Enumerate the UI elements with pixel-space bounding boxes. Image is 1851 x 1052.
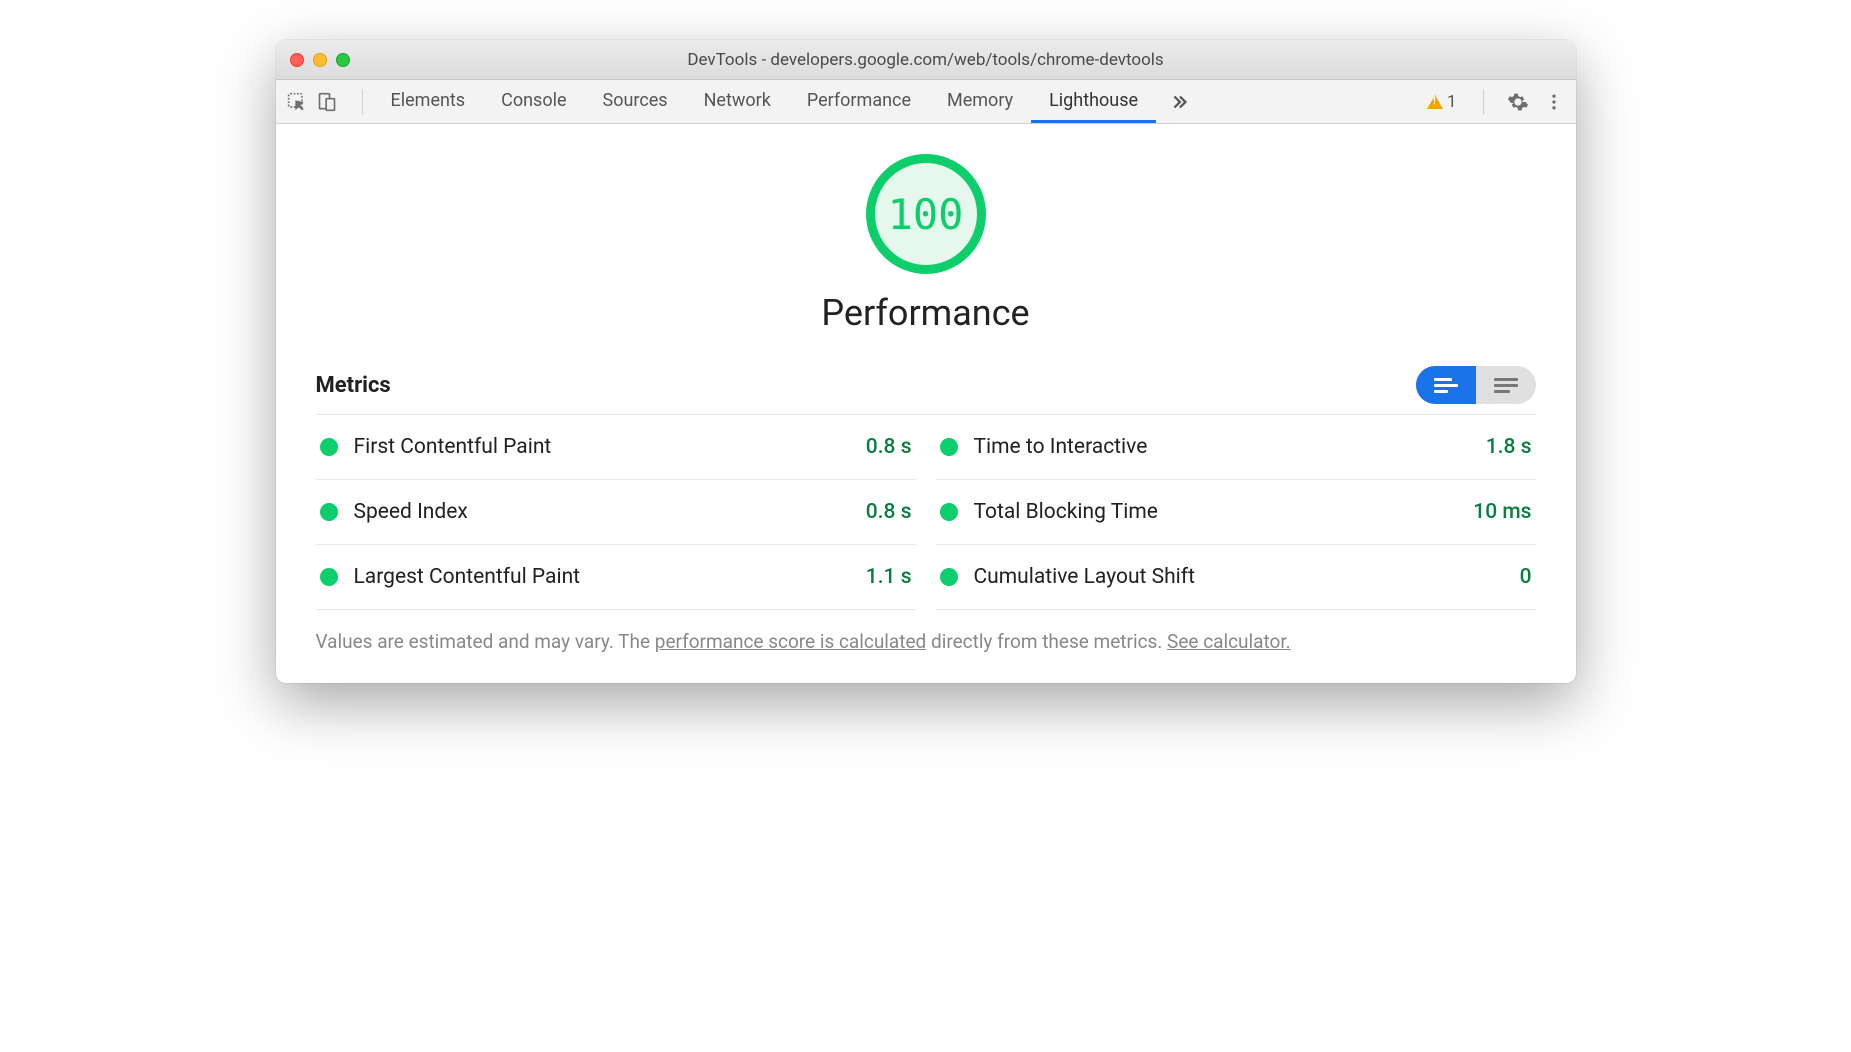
metric-row: Time to Interactive 1.8 s — [936, 415, 1536, 480]
metric-name: First Contentful Paint — [354, 435, 850, 459]
metrics-footnote: Values are estimated and may vary. The p… — [316, 630, 1536, 653]
view-toggle-compact[interactable] — [1416, 366, 1476, 404]
footnote-text: Values are estimated and may vary. The — [316, 630, 655, 653]
metric-row: Speed Index 0.8 s — [316, 480, 916, 545]
warnings-badge[interactable]: 1 — [1423, 92, 1461, 112]
tabs-container: Elements Console Sources Network Perform… — [373, 80, 1423, 123]
warnings-count: 1 — [1447, 92, 1457, 112]
divider — [1483, 89, 1484, 115]
close-window-button[interactable] — [290, 53, 304, 67]
settings-gear-icon[interactable] — [1506, 90, 1530, 114]
window-title: DevTools - developers.google.com/web/too… — [276, 50, 1576, 70]
status-dot-icon — [940, 503, 958, 521]
score-calculation-link[interactable]: performance score is calculated — [655, 630, 926, 653]
divider — [362, 89, 363, 115]
metric-row: Total Blocking Time 10 ms — [936, 480, 1536, 545]
tab-sources[interactable]: Sources — [585, 80, 686, 123]
inspect-element-icon[interactable] — [286, 91, 308, 113]
metric-name: Total Blocking Time — [974, 500, 1458, 524]
device-toggle-icon[interactable] — [316, 91, 338, 113]
metric-name: Largest Contentful Paint — [354, 565, 850, 589]
status-dot-icon — [940, 568, 958, 586]
performance-score-value: 100 — [888, 190, 964, 239]
traffic-lights — [290, 53, 350, 67]
metrics-label: Metrics — [316, 373, 391, 398]
metric-row: Largest Contentful Paint 1.1 s — [316, 545, 916, 610]
more-menu-icon[interactable] — [1542, 90, 1566, 114]
status-dot-icon — [940, 438, 958, 456]
category-title: Performance — [316, 292, 1536, 334]
status-dot-icon — [320, 503, 338, 521]
devtools-tabbar: Elements Console Sources Network Perform… — [276, 80, 1576, 124]
metric-value: 1.1 s — [866, 565, 912, 589]
metric-name: Speed Index — [354, 500, 850, 524]
metric-row: Cumulative Layout Shift 0 — [936, 545, 1536, 610]
warning-icon — [1427, 95, 1443, 109]
status-dot-icon — [320, 438, 338, 456]
status-dot-icon — [320, 568, 338, 586]
metrics-header: Metrics — [316, 366, 1536, 404]
footnote-text: directly from these metrics. — [926, 630, 1167, 653]
devtools-window: DevTools - developers.google.com/web/too… — [276, 40, 1576, 683]
tab-lighthouse[interactable]: Lighthouse — [1031, 80, 1156, 123]
metric-value: 10 ms — [1473, 500, 1531, 524]
titlebar: DevTools - developers.google.com/web/too… — [276, 40, 1576, 80]
view-toggle-expanded[interactable] — [1476, 366, 1536, 404]
lighthouse-panel: 100 Performance Metrics — [276, 124, 1576, 683]
metric-row: First Contentful Paint 0.8 s — [316, 415, 916, 480]
tab-elements[interactable]: Elements — [373, 80, 484, 123]
zoom-window-button[interactable] — [336, 53, 350, 67]
metric-value: 1.8 s — [1486, 435, 1532, 459]
metric-value: 0 — [1520, 565, 1532, 589]
metrics-grid: First Contentful Paint 0.8 s Time to Int… — [316, 414, 1536, 610]
see-calculator-link[interactable]: See calculator. — [1167, 630, 1291, 653]
metric-value: 0.8 s — [866, 435, 912, 459]
metric-name: Cumulative Layout Shift — [974, 565, 1504, 589]
compact-view-icon — [1434, 378, 1458, 393]
tab-network[interactable]: Network — [686, 80, 789, 123]
minimize-window-button[interactable] — [313, 53, 327, 67]
tabs-overflow-icon[interactable] — [1156, 91, 1202, 113]
performance-score-gauge: 100 — [866, 154, 986, 274]
tab-console[interactable]: Console — [483, 80, 584, 123]
metric-name: Time to Interactive — [974, 435, 1470, 459]
metrics-view-toggle — [1416, 366, 1536, 404]
expanded-view-icon — [1494, 378, 1518, 393]
metric-value: 0.8 s — [866, 500, 912, 524]
tab-memory[interactable]: Memory — [929, 80, 1031, 123]
tab-performance[interactable]: Performance — [789, 80, 929, 123]
